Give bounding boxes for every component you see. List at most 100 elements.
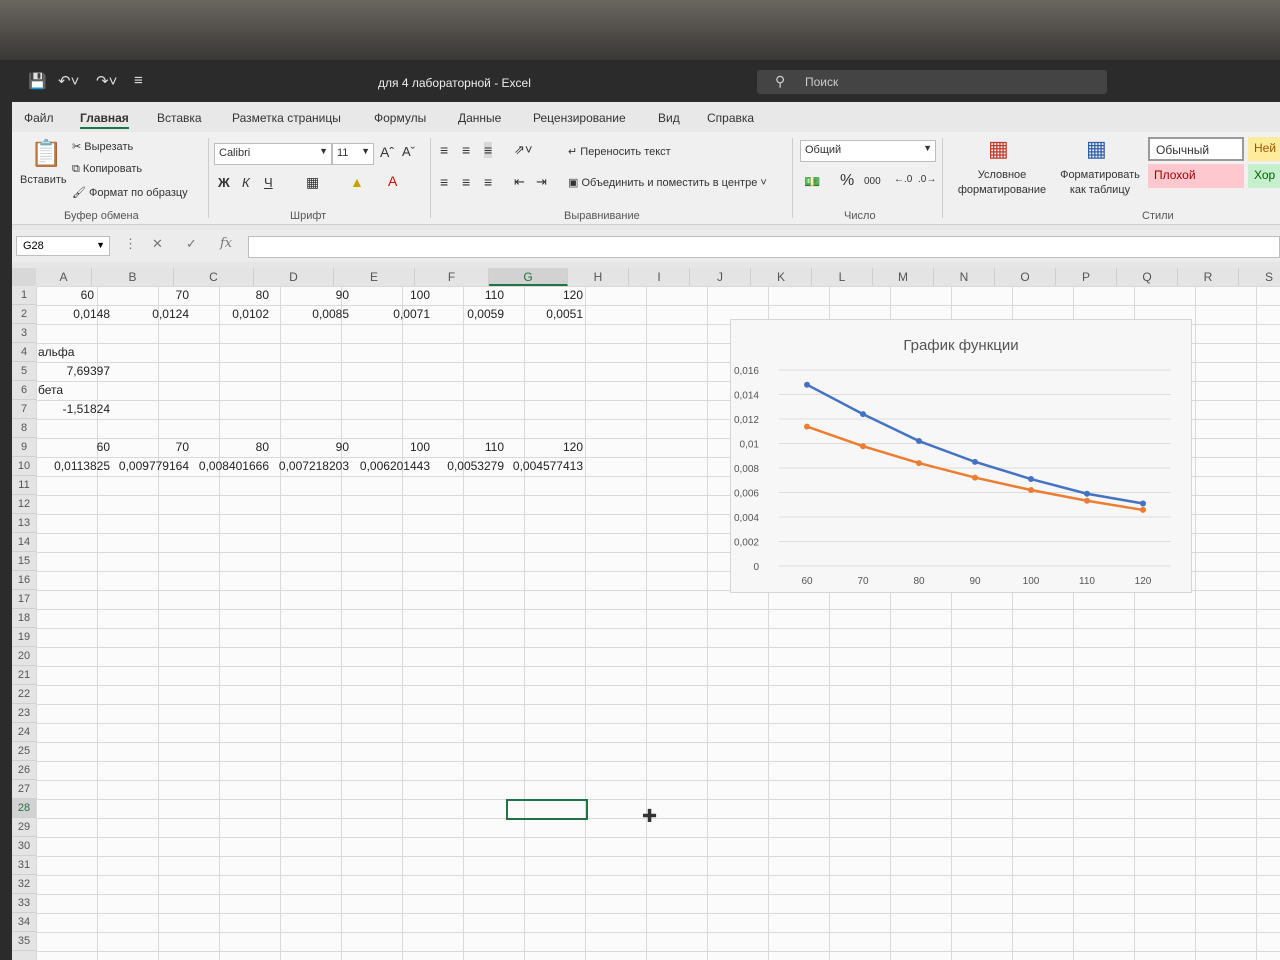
cancel-icon[interactable]: ✕ xyxy=(152,236,163,252)
row-header-34[interactable]: 34 xyxy=(12,913,36,932)
tab-home[interactable]: Главная xyxy=(80,111,129,129)
tab-file[interactable]: Файл xyxy=(24,111,54,125)
bold-button[interactable]: Ж xyxy=(218,175,230,190)
tab-data[interactable]: Данные xyxy=(458,111,501,125)
column-header-C[interactable]: C xyxy=(174,268,254,286)
paste-button[interactable]: Вставить xyxy=(20,174,67,186)
row-header-9[interactable]: 9 xyxy=(12,438,36,457)
paste-icon[interactable]: 📋 xyxy=(30,138,62,169)
cell-G2[interactable]: 0,0051 xyxy=(36,305,583,324)
align-middle-icon[interactable]: ≡ xyxy=(462,142,470,158)
cell-A6[interactable]: бета xyxy=(38,381,63,400)
align-right-icon[interactable]: ≡ xyxy=(484,174,492,190)
row-header-31[interactable]: 31 xyxy=(12,856,36,875)
font-name-select[interactable]: Calibri ▼ xyxy=(214,143,332,165)
row-header-21[interactable]: 21 xyxy=(12,666,36,685)
column-header-M[interactable]: M xyxy=(873,268,934,286)
column-header-P[interactable]: P xyxy=(1056,268,1117,286)
row-header-18[interactable]: 18 xyxy=(12,609,36,628)
row-header-14[interactable]: 14 xyxy=(12,533,36,552)
row-header-33[interactable]: 33 xyxy=(12,894,36,913)
row-header-15[interactable]: 15 xyxy=(12,552,36,571)
cell-G9[interactable]: 120 xyxy=(36,438,583,457)
row-header-6[interactable]: 6 xyxy=(12,381,36,400)
italic-button[interactable]: К xyxy=(242,175,250,190)
row-header-27[interactable]: 27 xyxy=(12,780,36,799)
decrease-font-icon[interactable]: Aˇ xyxy=(402,144,415,159)
select-all-button[interactable] xyxy=(12,268,36,286)
thousands-button[interactable]: 000 xyxy=(864,176,881,187)
cell-A5[interactable]: 7,69397 xyxy=(36,362,110,381)
tab-insert[interactable]: Вставка xyxy=(157,111,202,125)
column-header-H[interactable]: H xyxy=(568,268,629,286)
align-bottom-icon[interactable]: ≡ xyxy=(484,142,493,158)
percent-button[interactable]: % xyxy=(840,172,854,190)
currency-icon[interactable]: 💵 xyxy=(804,174,820,190)
number-format-select[interactable]: Общий ▼ xyxy=(800,140,936,162)
font-color-icon[interactable]: A xyxy=(388,173,397,189)
row-header-32[interactable]: 32 xyxy=(12,875,36,894)
cell-A7[interactable]: -1,51824 xyxy=(36,400,110,419)
row-header-24[interactable]: 24 xyxy=(12,723,36,742)
column-header-O[interactable]: O xyxy=(995,268,1056,286)
column-header-S[interactable]: S xyxy=(1239,268,1280,286)
column-header-N[interactable]: N xyxy=(934,268,995,286)
format-painter-button[interactable]: 🖌 Формат по образцу xyxy=(72,186,188,199)
align-top-icon[interactable]: ≡ xyxy=(440,142,448,158)
row-header-25[interactable]: 25 xyxy=(12,742,36,761)
row-header-2[interactable]: 2 xyxy=(12,305,36,324)
column-header-K[interactable]: K xyxy=(751,268,812,286)
style-good[interactable]: Хор xyxy=(1248,164,1280,188)
name-box[interactable]: G28 ▼ xyxy=(16,236,110,256)
style-neutral[interactable]: Ней xyxy=(1248,137,1280,161)
format-as-table-button[interactable]: Форматировать как таблицу xyxy=(1052,168,1148,198)
decrease-indent-icon[interactable]: ⇤ xyxy=(514,174,525,190)
cell-G10[interactable]: 0,004577413 xyxy=(36,457,583,476)
line-chart[interactable]: График функции 0 0,002 0,004 0,006 0,008 0,01 0… xyxy=(730,319,1192,593)
insert-function-button[interactable]: fx xyxy=(220,236,232,251)
underline-button[interactable]: Ч xyxy=(264,175,273,190)
redo-icon[interactable]: ↷˅ xyxy=(96,72,117,90)
increase-font-icon[interactable]: Aˆ xyxy=(380,144,394,160)
conditional-formatting-button[interactable]: Условное форматирование xyxy=(952,168,1052,198)
row-header-5[interactable]: 5 xyxy=(12,362,36,381)
cell-G1[interactable]: 120 xyxy=(36,286,583,305)
tab-view[interactable]: Вид xyxy=(658,111,680,125)
customize-toolbar-icon[interactable]: ≡ xyxy=(134,72,143,89)
tab-help[interactable]: Справка xyxy=(707,111,754,125)
fill-color-icon[interactable]: ▲ xyxy=(350,174,364,190)
more-icon[interactable]: ⋮ xyxy=(124,236,137,252)
column-header-L[interactable]: L xyxy=(812,268,873,286)
row-header-23[interactable]: 23 xyxy=(12,704,36,723)
column-header-J[interactable]: J xyxy=(690,268,751,286)
column-header-F[interactable]: F xyxy=(415,268,489,286)
row-header-28[interactable]: 28 xyxy=(12,799,36,818)
undo-icon[interactable]: ↶˅ xyxy=(58,72,79,90)
row-header-30[interactable]: 30 xyxy=(12,837,36,856)
row-header-35[interactable]: 35 xyxy=(12,932,36,951)
cut-button[interactable]: ✂ Вырезать xyxy=(72,140,133,153)
row-header-20[interactable]: 20 xyxy=(12,647,36,666)
tab-page-layout[interactable]: Разметка страницы xyxy=(232,111,341,125)
align-left-icon[interactable]: ≡ xyxy=(440,174,448,190)
borders-icon[interactable]: ▦ xyxy=(306,174,319,191)
column-header-I[interactable]: I xyxy=(629,268,690,286)
row-header-16[interactable]: 16 xyxy=(12,571,36,590)
enter-icon[interactable]: ✓ xyxy=(186,236,197,252)
row-header-17[interactable]: 17 xyxy=(12,590,36,609)
column-header-A[interactable]: A xyxy=(36,268,92,286)
column-header-Q[interactable]: Q xyxy=(1117,268,1178,286)
font-size-select[interactable]: 11 ▼ xyxy=(332,143,374,165)
row-header-22[interactable]: 22 xyxy=(12,685,36,704)
row-header-10[interactable]: 10 xyxy=(12,457,36,476)
row-header-29[interactable]: 29 xyxy=(12,818,36,837)
wrap-text-button[interactable]: ↵ Переносить текст xyxy=(568,145,671,158)
increase-indent-icon[interactable]: ⇥ xyxy=(536,174,547,190)
copy-button[interactable]: ⧉ Копировать xyxy=(72,163,142,176)
column-header-D[interactable]: D xyxy=(254,268,334,286)
style-bad[interactable]: Плохой xyxy=(1148,164,1244,188)
tab-formulas[interactable]: Формулы xyxy=(374,111,426,125)
row-header-4[interactable]: 4 xyxy=(12,343,36,362)
tab-review[interactable]: Рецензирование xyxy=(533,111,626,125)
column-header-R[interactable]: R xyxy=(1178,268,1239,286)
